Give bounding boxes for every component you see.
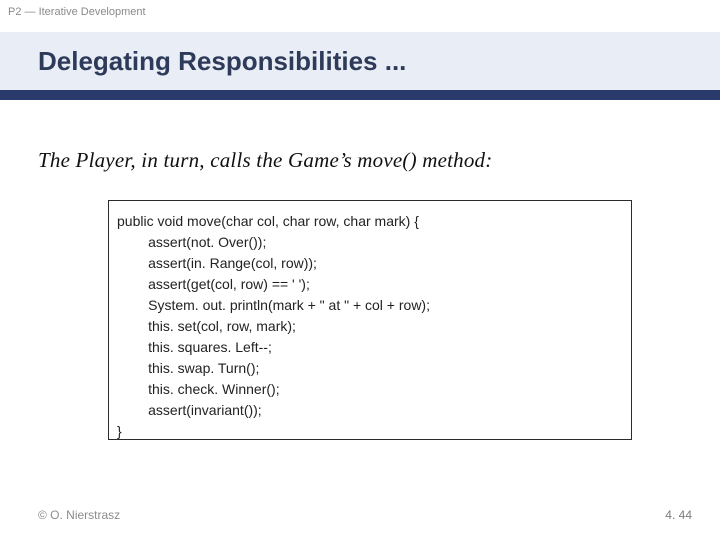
footer-page-number: 4. 44 <box>665 508 692 522</box>
code-box: public void move(char col, char row, cha… <box>108 200 632 440</box>
footer-copyright: © O. Nierstrasz <box>38 508 120 522</box>
course-header-label: P2 — Iterative Development <box>8 6 146 18</box>
title-band: Delegating Responsibilities ... <box>0 32 720 90</box>
slide-body-text: The Player, in turn, calls the Game’s mo… <box>38 148 492 173</box>
code-listing: public void move(char col, char row, cha… <box>117 211 627 442</box>
slide-title: Delegating Responsibilities ... <box>38 46 406 77</box>
accent-bar <box>0 90 720 100</box>
